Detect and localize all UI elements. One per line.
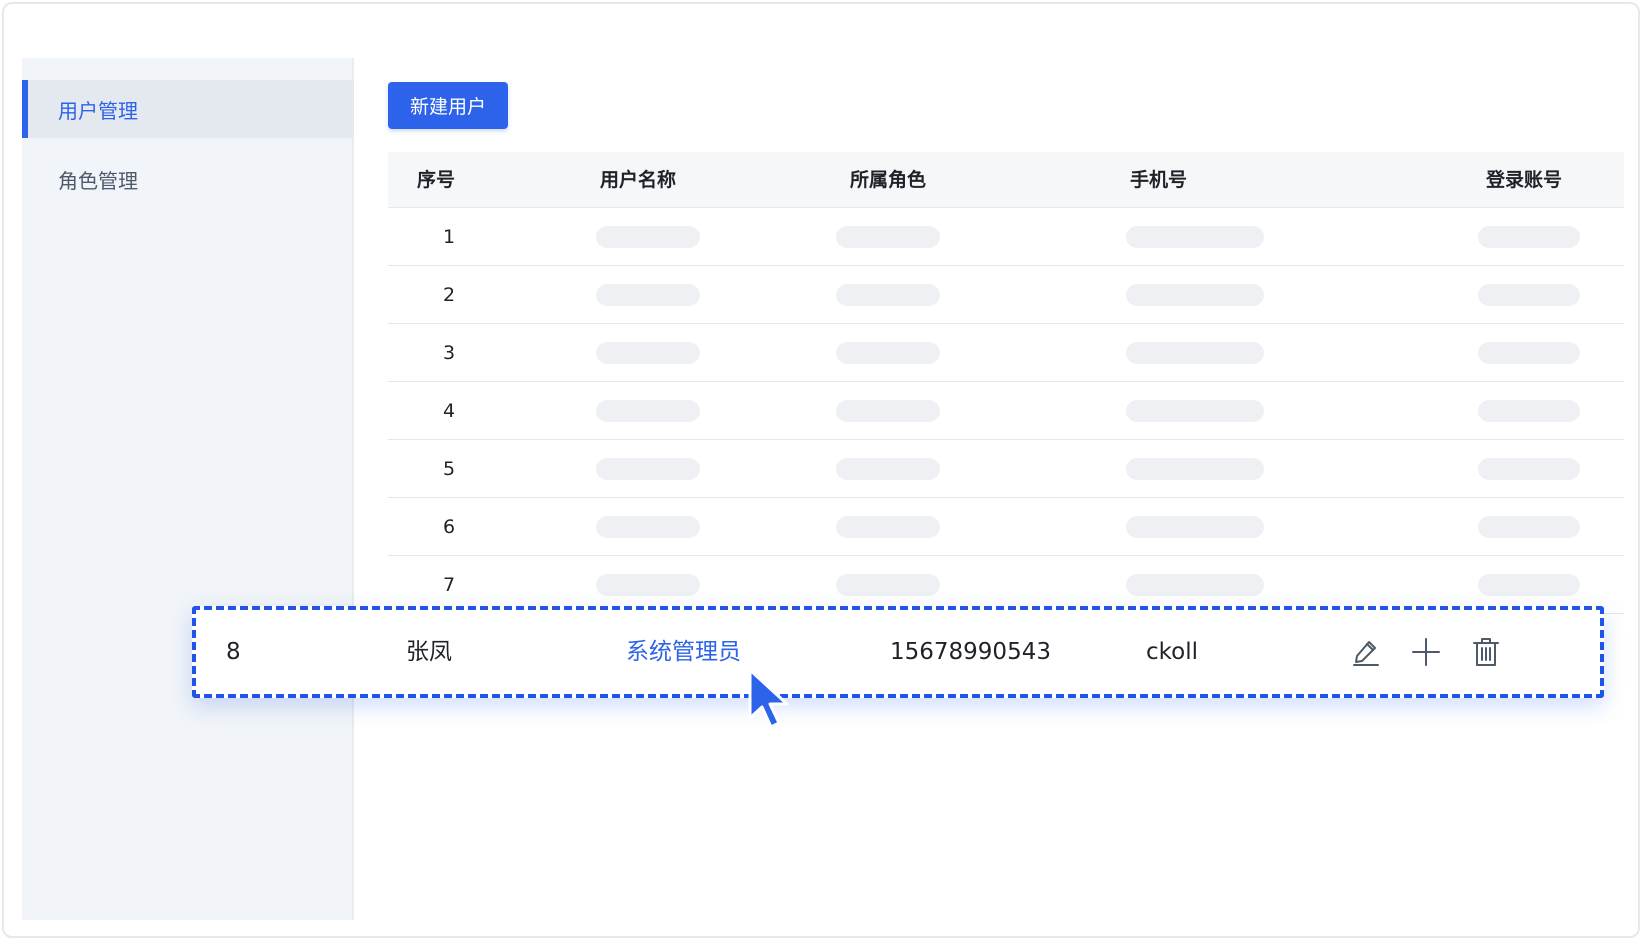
phone-placeholder: [1126, 342, 1264, 364]
table-row[interactable]: 4: [388, 382, 1624, 440]
user-table: 序号 用户名称 所属角色 手机号 登录账号 1 2 3 4 5 6 7: [388, 152, 1624, 614]
role-placeholder: [836, 458, 940, 480]
role-placeholder: [836, 400, 940, 422]
role-placeholder: [836, 574, 940, 596]
username-placeholder: [596, 284, 700, 306]
account-placeholder: [1478, 342, 1580, 364]
row-index: 4: [443, 400, 456, 422]
new-user-button[interactable]: 新建用户: [388, 82, 508, 129]
username-placeholder: [596, 226, 700, 248]
sidebar-item-user-management[interactable]: 用户管理: [22, 80, 354, 138]
username-placeholder: [596, 516, 700, 538]
row-index: 5: [443, 458, 456, 480]
phone-placeholder: [1126, 284, 1264, 306]
trash-icon[interactable]: [1468, 634, 1504, 670]
row-index: 2: [443, 284, 456, 306]
username-placeholder: [596, 574, 700, 596]
table-row[interactable]: 3: [388, 324, 1624, 382]
phone-placeholder: [1126, 226, 1264, 248]
role-placeholder: [836, 342, 940, 364]
account-placeholder: [1478, 400, 1580, 422]
account-placeholder: [1478, 574, 1580, 596]
sidebar-item-label: 用户管理: [58, 98, 138, 123]
phone-placeholder: [1126, 400, 1264, 422]
table-row[interactable]: 1: [388, 208, 1624, 266]
column-header-index[interactable]: 序号: [417, 152, 455, 208]
edit-icon[interactable]: [1348, 634, 1384, 670]
account-placeholder: [1478, 516, 1580, 538]
username-placeholder: [596, 342, 700, 364]
column-header-role[interactable]: 所属角色: [850, 152, 926, 208]
table-row[interactable]: 5: [388, 440, 1624, 498]
role-placeholder: [836, 284, 940, 306]
account-placeholder: [1478, 226, 1580, 248]
username-placeholder: [596, 458, 700, 480]
row-role-link[interactable]: 系统管理员: [626, 610, 741, 694]
mouse-cursor-icon: [748, 668, 789, 729]
row-index: 6: [443, 516, 456, 538]
username-placeholder: [596, 400, 700, 422]
table-row[interactable]: 2: [388, 266, 1624, 324]
highlighted-table-row[interactable]: 8 张凤 系统管理员 15678990543 ckoll: [192, 606, 1604, 698]
sidebar-item-label: 角色管理: [58, 168, 138, 193]
row-index: 8: [226, 639, 241, 665]
column-header-account[interactable]: 登录账号: [1486, 152, 1562, 208]
account-placeholder: [1478, 458, 1580, 480]
phone-placeholder: [1126, 458, 1264, 480]
row-account: ckoll: [1146, 639, 1198, 665]
table-header: 序号 用户名称 所属角色 手机号 登录账号: [388, 152, 1624, 208]
column-header-username[interactable]: 用户名称: [600, 152, 676, 208]
row-phone: 15678990543: [890, 639, 1051, 665]
plus-icon[interactable]: [1408, 634, 1444, 670]
row-index: 1: [443, 226, 456, 248]
sidebar: 用户管理 角色管理: [22, 58, 354, 920]
row-index: 3: [443, 342, 456, 364]
role-placeholder: [836, 516, 940, 538]
role-placeholder: [836, 226, 940, 248]
phone-placeholder: [1126, 574, 1264, 596]
table-row[interactable]: 6: [388, 498, 1624, 556]
phone-placeholder: [1126, 516, 1264, 538]
column-header-phone[interactable]: 手机号: [1130, 152, 1187, 208]
sidebar-item-role-management[interactable]: 角色管理: [22, 150, 354, 208]
row-username: 张凤: [406, 639, 452, 665]
account-placeholder: [1478, 284, 1580, 306]
